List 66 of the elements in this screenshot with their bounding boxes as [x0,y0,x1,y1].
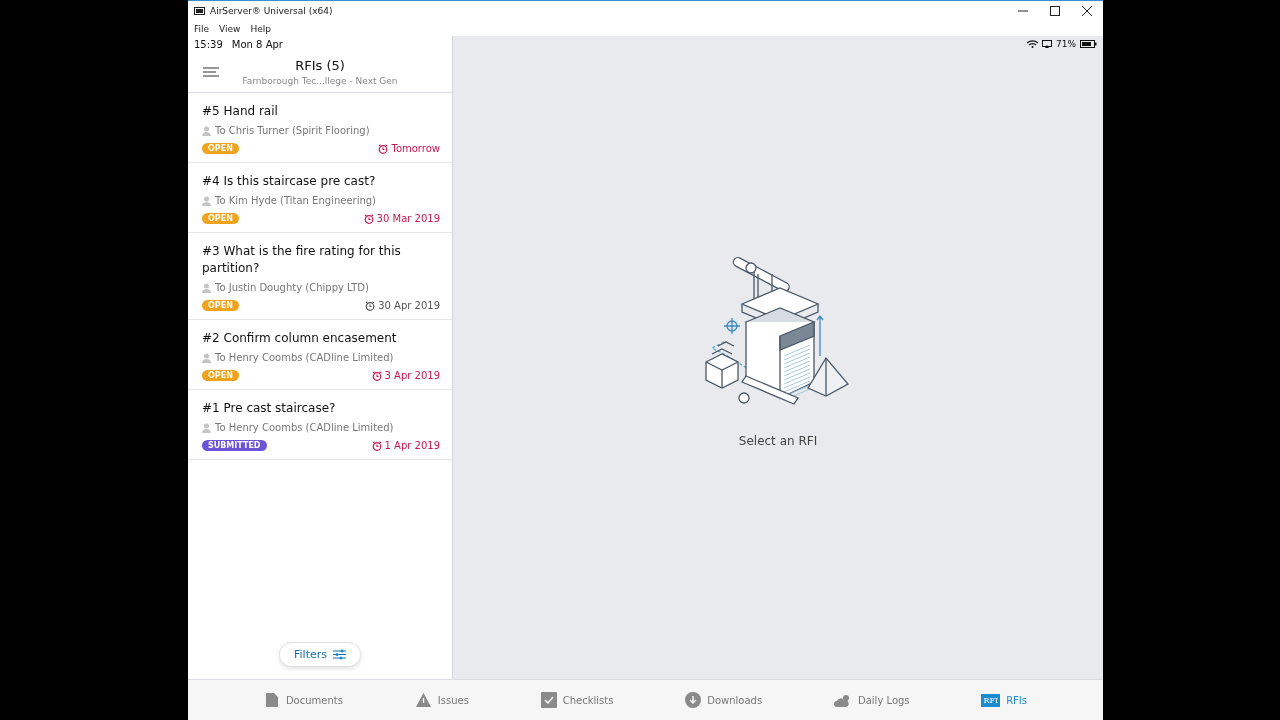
tab[interactable]: Issues [414,692,469,708]
rfi-assignee: To Chris Turner (Spirit Flooring) [215,125,370,136]
close-icon [1082,6,1092,16]
person-icon [202,352,211,363]
rfi-list-item[interactable]: #3 What is the fire rating for this partition? To Justin Doughty (Chippy LTD) OPEN 30 Apr 2019 [188,233,452,320]
filters-button[interactable]: Filters [279,642,361,667]
status-badge: OPEN [202,213,239,224]
menu-icon[interactable] [203,67,219,77]
due-date: 3 Apr 2019 [371,370,440,381]
rfi-title: #1 Pre cast staircase? [202,400,337,417]
empty-state-message: Select an RFI [738,433,818,448]
cloud-sun-icon [834,693,852,707]
tab[interactable]: Checklists [540,692,614,708]
project-name: Farnborough Tec...llege - Next Gen [242,76,398,86]
tab[interactable]: Downloads [685,692,763,708]
rfi-icon: RFI [981,693,1001,707]
person-icon [202,282,211,293]
rfi-title: #5 Hand rail [202,103,279,120]
person-icon [202,125,211,136]
warning-icon [414,692,432,708]
battery-percentage: 71% [1056,39,1076,49]
menu-item[interactable]: Help [250,23,271,34]
rfi-title: #3 What is the fire rating for this partition? [202,243,402,277]
alarm-clock-icon [378,143,389,154]
sliders-icon [333,649,346,660]
rfi-assignee: To Henry Coombs (CADline Limited) [215,422,394,433]
rfi-list-item[interactable]: #1 Pre cast staircase? To Henry Coombs (CADline Limited) SUBMITTED 1 Apr 2019 [188,390,452,460]
rfi-assignee: To Justin Doughty (Chippy LTD) [215,282,369,293]
person-icon [202,422,211,433]
alarm-clock-icon [371,370,382,381]
maximize-icon [1050,6,1060,16]
due-date: 1 Apr 2019 [371,440,440,451]
due-date: Tomorrow [378,143,440,154]
due-date: 30 Apr 2019 [365,300,440,311]
menu-item[interactable]: View [219,23,241,34]
status-badge: OPEN [202,143,239,154]
download-icon [685,692,702,708]
tab[interactable]: Daily Logs [834,693,910,707]
tab[interactable]: Documents [263,692,343,708]
window-title: AirServer® Universal (x64) [210,6,334,16]
alarm-clock-icon [365,300,376,311]
status-badge: SUBMITTED [202,440,267,451]
status-time: 15:39 [194,38,223,50]
rfi-list-item[interactable]: #5 Hand rail To Chris Turner (Spirit Flooring) OPEN Tomorrow [188,93,452,163]
alarm-clock-icon [371,440,382,451]
list-title: RFIs (5) [295,58,345,73]
status-badge: OPEN [202,370,239,381]
status-date: Mon 8 Apr [231,38,283,50]
alarm-clock-icon [363,213,374,224]
battery-icon [1080,40,1097,48]
app-logo-icon [194,7,205,15]
rfi-list-item[interactable]: #4 Is this staircase pre cast? To Kim Hyde (Titan Engineering) OPEN 30 Mar 2019 [188,163,452,233]
screen-mirroring-icon [1042,40,1052,48]
rfi-assignee: To Kim Hyde (Titan Engineering) [215,195,377,206]
wifi-icon [1027,40,1038,48]
tab[interactable]: RFI RFIs [981,693,1027,707]
status-badge: OPEN [202,300,239,311]
menu-item[interactable]: File [194,23,210,34]
rfi-title: #4 Is this staircase pre cast? [202,173,377,190]
checkbox-icon [540,692,557,708]
person-icon [202,195,211,206]
rfi-title: #2 Confirm column encasement [202,330,398,347]
rfi-list-item[interactable]: #2 Confirm column encasement To Henry Coombs (CADline Limited) OPEN 3 Apr 2019 [188,320,452,390]
rfi-assignee: To Henry Coombs (CADline Limited) [215,352,394,363]
due-date: 30 Mar 2019 [363,213,440,224]
document-icon [263,692,280,708]
